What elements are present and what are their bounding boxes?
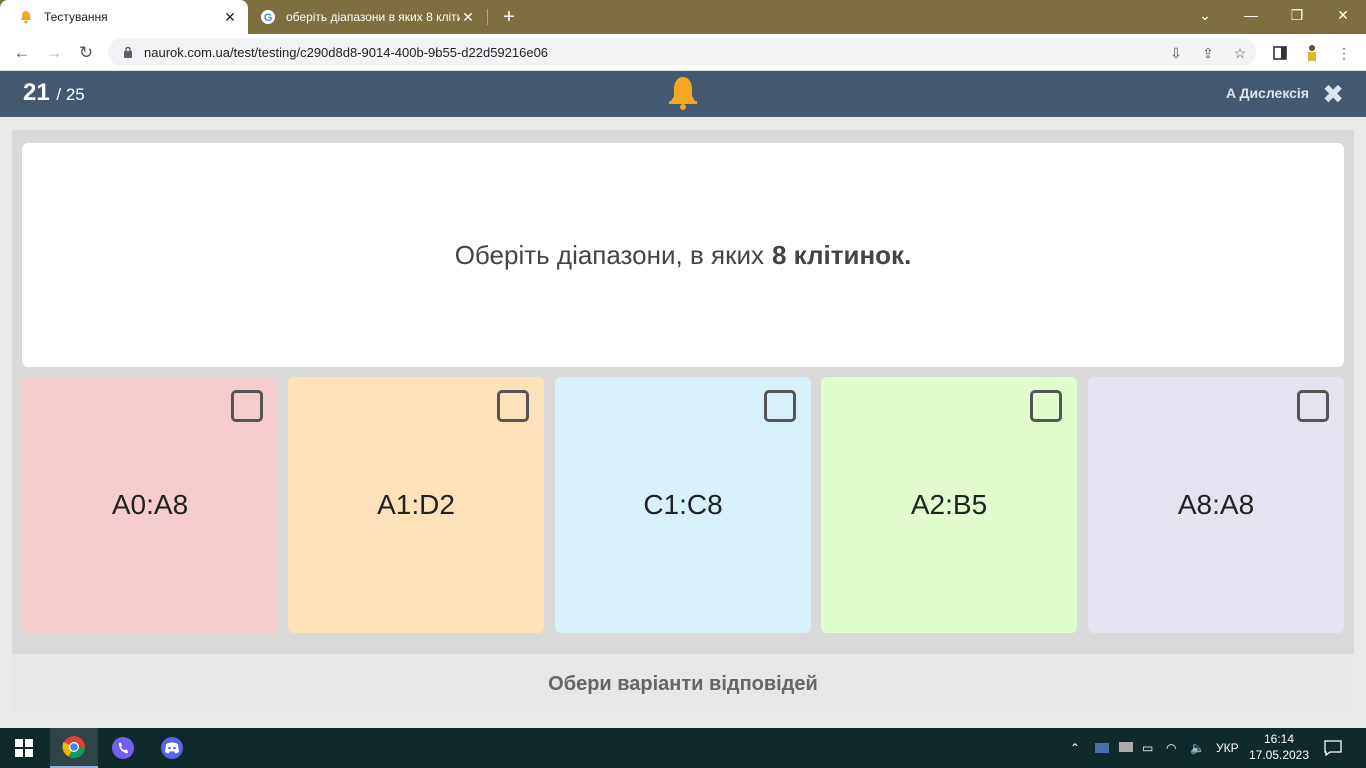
- close-test-icon[interactable]: ✖: [1322, 80, 1344, 108]
- tab-search-chevron-icon[interactable]: ⌄: [1182, 0, 1228, 30]
- tab-title: Тестування: [44, 10, 108, 24]
- side-panel-icon[interactable]: [1270, 43, 1290, 63]
- answer-option-3[interactable]: C1:C8: [555, 377, 811, 633]
- question-card: Оберіть діапазони, в яких 8 клітинок.: [22, 143, 1344, 367]
- tab-close-icon[interactable]: ✕: [222, 9, 238, 25]
- naurok-favicon-icon: [18, 9, 34, 25]
- show-hidden-icons-chevron[interactable]: ⌃: [1070, 728, 1080, 768]
- system-clock[interactable]: 16:14 17.05.2023: [1246, 731, 1312, 763]
- tab-testing[interactable]: Тестування ✕: [0, 0, 248, 34]
- option-label: C1:C8: [643, 489, 723, 520]
- svg-text:G: G: [264, 12, 273, 24]
- share-icon[interactable]: ⇪: [1198, 43, 1218, 63]
- windows-start-icon[interactable]: [0, 728, 48, 768]
- clock-date: 17.05.2023: [1248, 748, 1310, 762]
- url-field[interactable]: naurok.com.ua/test/testing/c290d8d8-9014…: [108, 38, 1256, 66]
- discord-taskbar-icon[interactable]: [148, 728, 196, 768]
- notifications-icon[interactable]: [1324, 728, 1342, 768]
- answer-option-1[interactable]: A0:A8: [22, 377, 278, 633]
- current-question-number: 21: [23, 79, 50, 106]
- url-text: naurok.com.ua/test/testing/c290d8d8-9014…: [144, 44, 549, 60]
- profile-avatar-icon[interactable]: [1302, 43, 1322, 63]
- chrome-taskbar-icon[interactable]: [50, 728, 98, 768]
- new-tab-button[interactable]: +: [498, 6, 520, 28]
- answer-option-5[interactable]: A8:A8: [1088, 377, 1344, 633]
- option-label: A1:D2: [377, 489, 455, 520]
- answer-option-4[interactable]: A2:B5: [821, 377, 1077, 633]
- address-bar-row: ← → ↻ naurok.com.ua/test/testing/c290d8d…: [0, 34, 1366, 71]
- question-counter: 21 / 25: [23, 79, 85, 107]
- tab-google-search[interactable]: G оберіть діапазони в яких 8 клітинок ✕: [250, 0, 486, 34]
- windows-taskbar: ⌃ ▭ ◠ 🔈 УКР 16:14 17.05.2023: [0, 728, 1366, 768]
- restore-button[interactable]: ❐: [1274, 0, 1320, 30]
- test-header: 21 / 25 A Дислексія ✖: [0, 71, 1366, 117]
- minimize-button[interactable]: —: [1228, 0, 1274, 30]
- google-favicon-icon: G: [260, 9, 276, 25]
- option-checkbox[interactable]: [497, 390, 529, 422]
- browser-tab-strip: Тестування ✕ G оберіть діапазони в яких …: [0, 0, 1366, 34]
- submit-hint-button[interactable]: Обери варіанти відповідей: [12, 654, 1354, 714]
- option-label: A2:B5: [910, 489, 988, 520]
- dyslexia-toggle[interactable]: A Дислексія: [1226, 85, 1309, 101]
- back-arrow-icon[interactable]: ←: [9, 40, 35, 66]
- answer-option-2[interactable]: A1:D2: [288, 377, 544, 633]
- option-checkbox[interactable]: [231, 390, 263, 422]
- viber-taskbar-icon[interactable]: [99, 728, 147, 768]
- clock-time: 16:14: [1263, 732, 1295, 746]
- install-app-icon[interactable]: ⇩: [1166, 43, 1186, 63]
- tray-app-icon[interactable]: [1094, 728, 1110, 768]
- language-indicator[interactable]: УКР: [1216, 728, 1239, 768]
- question-text: Оберіть діапазони, в яких: [454, 239, 764, 270]
- browser-menu-icon[interactable]: ⋮: [1334, 43, 1354, 63]
- wifi-icon[interactable]: ◠: [1166, 728, 1176, 768]
- close-window-button[interactable]: ✕: [1320, 0, 1366, 30]
- tray-monitor-icon[interactable]: [1118, 728, 1134, 768]
- reload-icon[interactable]: ↻: [73, 40, 99, 66]
- bell-icon: [667, 75, 699, 111]
- option-label: A8:A8: [1177, 489, 1255, 520]
- battery-icon[interactable]: ▭: [1142, 728, 1153, 768]
- option-checkbox[interactable]: [1297, 390, 1329, 422]
- total-questions: / 25: [56, 85, 85, 104]
- volume-icon[interactable]: 🔈: [1190, 728, 1205, 768]
- tab-title: оберіть діапазони в яких 8 клітинок: [286, 10, 460, 24]
- question-bold-text: 8 клітинок.: [772, 239, 912, 270]
- bookmark-star-icon[interactable]: ☆: [1230, 43, 1250, 63]
- option-checkbox[interactable]: [764, 390, 796, 422]
- tab-separator: [487, 9, 488, 25]
- tab-close-icon[interactable]: ✕: [460, 9, 476, 25]
- option-label: A0:A8: [111, 489, 189, 520]
- answer-options: A0:A8 A1:D2 C1:C8 A2:B5 A8:A8: [22, 377, 1344, 633]
- option-checkbox[interactable]: [1030, 390, 1062, 422]
- lock-icon[interactable]: [122, 45, 134, 59]
- forward-arrow-icon[interactable]: →: [41, 40, 67, 66]
